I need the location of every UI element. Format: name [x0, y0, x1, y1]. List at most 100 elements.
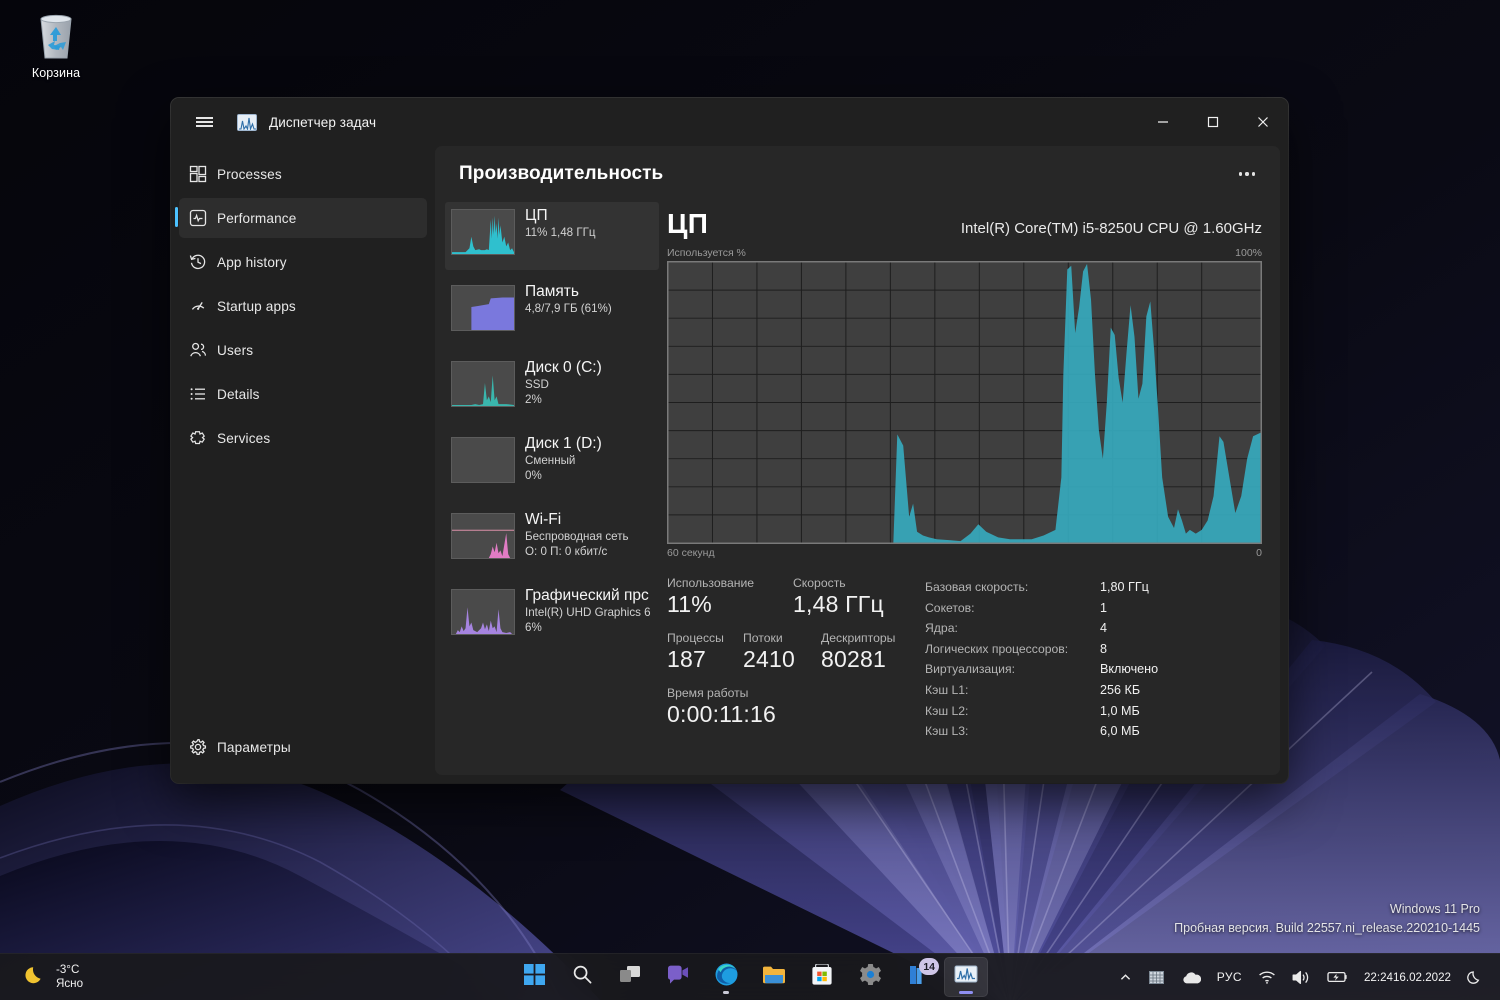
resource-item-gpu[interactable]: Графический прс Intel(R) UHD Graphics 6 …	[445, 582, 659, 650]
sidebar-item-users[interactable]: Users	[179, 330, 427, 370]
sidebar-item-app-history[interactable]: App history	[179, 242, 427, 282]
onedrive-icon[interactable]	[1174, 959, 1208, 995]
cpu-specs: Базовая скорость: 1,80 ГГц Сокетов: 1 Яд…	[917, 575, 1262, 742]
store-button[interactable]	[800, 957, 844, 997]
gpu-thumbnail	[451, 589, 515, 635]
taskbar-apps: 14	[512, 957, 988, 997]
resource-text: Диск 0 (C:) SSD 2%	[525, 358, 659, 407]
resource-sub1: 11% 1,48 ГГц	[525, 226, 596, 239]
stat-label: Скорость	[793, 576, 846, 590]
sidebar-item-details[interactable]: Details	[179, 374, 427, 414]
stat-row-usage: Использование 11% Скорость 1,48 ГГц	[667, 575, 917, 618]
task-manager-icon	[237, 113, 257, 131]
close-icon[interactable]	[1238, 98, 1288, 146]
chat-button[interactable]	[656, 957, 700, 997]
gear-icon	[859, 963, 882, 991]
resource-sub2: 6%	[525, 621, 542, 634]
chat-icon	[666, 965, 690, 990]
start-button[interactable]	[512, 957, 556, 997]
resource-name: Диск 1 (D:)	[525, 435, 602, 452]
resource-item-wifi[interactable]: Wi-Fi Беспроводная сеть О: 0 П: 0 кбит/с	[445, 506, 659, 574]
cpu-model: Intel(R) Core(TM) i5-8250U CPU @ 1.60GHz	[960, 220, 1262, 237]
stat-label: Дескрипторы	[821, 631, 896, 645]
search-button[interactable]	[560, 957, 604, 997]
moon-icon	[22, 962, 48, 993]
task-manager-window: Диспетчер задач Processes Performance Ap…	[171, 98, 1288, 783]
stat-value: 0:00:11:16	[667, 701, 777, 727]
spec-row: Сокетов: 1	[925, 598, 1262, 619]
resource-item-cpu[interactable]: ЦП 11% 1,48 ГГц	[445, 202, 659, 270]
spec-label: Кэш L2:	[925, 703, 969, 718]
ellipsis-icon[interactable]	[1230, 159, 1264, 189]
explorer-button[interactable]	[752, 957, 796, 997]
weather-text: -3°C Ясно	[56, 963, 83, 991]
stat-uptime: Время работы 0:00:11:16	[667, 685, 776, 728]
sidebar-item-label: Performance	[217, 210, 297, 226]
sidebar-item-settings[interactable]: Параметры	[179, 727, 427, 767]
feedback-button[interactable]: 14	[896, 957, 940, 997]
stat-processes: Процессы 187	[667, 630, 743, 673]
gear-icon	[179, 738, 217, 756]
resource-name: Диск 0 (C:)	[525, 359, 602, 376]
weather-condition: Ясно	[56, 977, 84, 990]
stat-row-counts: Процессы 187 Потоки 2410 Дескрипторы 802…	[667, 630, 917, 673]
sidebar-item-performance[interactable]: Performance	[175, 198, 427, 238]
spec-value: 1,0 МБ	[1100, 703, 1140, 718]
graph-axis-bottom: 60 секунд 0	[667, 547, 1262, 559]
edge-button[interactable]	[704, 957, 748, 997]
hamburger-icon[interactable]	[181, 102, 227, 142]
cpu-thumbnail	[451, 209, 515, 255]
system-tray: РУС 22:24 16.02.2022	[1112, 959, 1490, 995]
resource-name: ЦП	[525, 207, 548, 224]
spec-label: Базовая скорость:	[925, 580, 1029, 594]
chevron-up-icon[interactable]	[1112, 959, 1139, 995]
battery-charging-icon[interactable]	[1320, 959, 1356, 995]
graph-axis-top: Используется % 100%	[667, 247, 1262, 259]
desktop-icon-recycle-bin[interactable]: Корзина	[8, 6, 104, 80]
wifi-icon[interactable]	[1251, 959, 1283, 995]
sidebar-item-label: Processes	[217, 166, 282, 182]
sidebar: Processes Performance App history Startu…	[171, 146, 435, 783]
clock[interactable]: 22:24 16.02.2022	[1358, 959, 1457, 995]
sidebar-item-label: Startup apps	[217, 298, 296, 314]
running-indicator	[723, 991, 729, 994]
resource-sub2: О: 0 П: 0 кбит/с	[525, 545, 608, 558]
spec-value: 1	[1100, 600, 1108, 615]
sidebar-item-processes[interactable]: Processes	[179, 154, 427, 194]
windows-watermark: Windows 11 Pro Пробная версия. Build 225…	[1174, 900, 1480, 938]
settings-button[interactable]	[848, 957, 892, 997]
sidebar-item-services[interactable]: Services	[179, 418, 427, 458]
minimize-icon[interactable]	[1138, 98, 1188, 146]
cpu-detail-pane: ЦП Intel(R) Core(TM) i5-8250U CPU @ 1.60…	[659, 202, 1280, 775]
window-title: Диспетчер задач	[269, 114, 377, 130]
weather-widget[interactable]: -3°C Ясно	[14, 959, 91, 996]
speaker-icon[interactable]	[1285, 959, 1318, 995]
gear-services-icon	[179, 429, 217, 447]
task-manager-button[interactable]	[944, 957, 988, 997]
stat-label: Процессы	[667, 631, 724, 645]
task-view-button[interactable]	[608, 957, 652, 997]
spec-row: Кэш L2: 1,0 МБ	[925, 701, 1262, 722]
spec-value: 6,0 МБ	[1100, 724, 1140, 739]
spec-label: Кэш L1:	[925, 682, 969, 697]
list-icon	[179, 385, 217, 403]
memory-thumbnail	[451, 285, 515, 331]
disk0-thumbnail	[451, 361, 515, 407]
resource-item-disk1[interactable]: Диск 1 (D:) Сменный 0%	[445, 430, 659, 498]
resource-item-disk0[interactable]: Диск 0 (C:) SSD 2%	[445, 354, 659, 422]
resource-name: Графический прс	[525, 587, 649, 604]
resource-item-memory[interactable]: Память 4,8/7,9 ГБ (61%)	[445, 278, 659, 346]
cpu-stats: Использование 11% Скорость 1,48 ГГц Проц…	[667, 575, 1262, 742]
moon-notifications-icon[interactable]	[1459, 959, 1490, 995]
language-indicator[interactable]: РУС	[1210, 959, 1249, 995]
maximize-icon[interactable]	[1188, 98, 1238, 146]
stat-label: Потоки	[743, 631, 783, 645]
stat-value: 11%	[667, 591, 712, 617]
processes-icon	[179, 165, 217, 183]
sidebar-item-startup-apps[interactable]: Startup apps	[179, 286, 427, 326]
resource-sub1: Intel(R) UHD Graphics 6	[525, 606, 651, 619]
resource-text: Wi-Fi Беспроводная сеть О: 0 П: 0 кбит/с	[525, 510, 659, 559]
resource-text: Диск 1 (D:) Сменный 0%	[525, 434, 659, 483]
keyboard-icon[interactable]	[1141, 959, 1172, 995]
